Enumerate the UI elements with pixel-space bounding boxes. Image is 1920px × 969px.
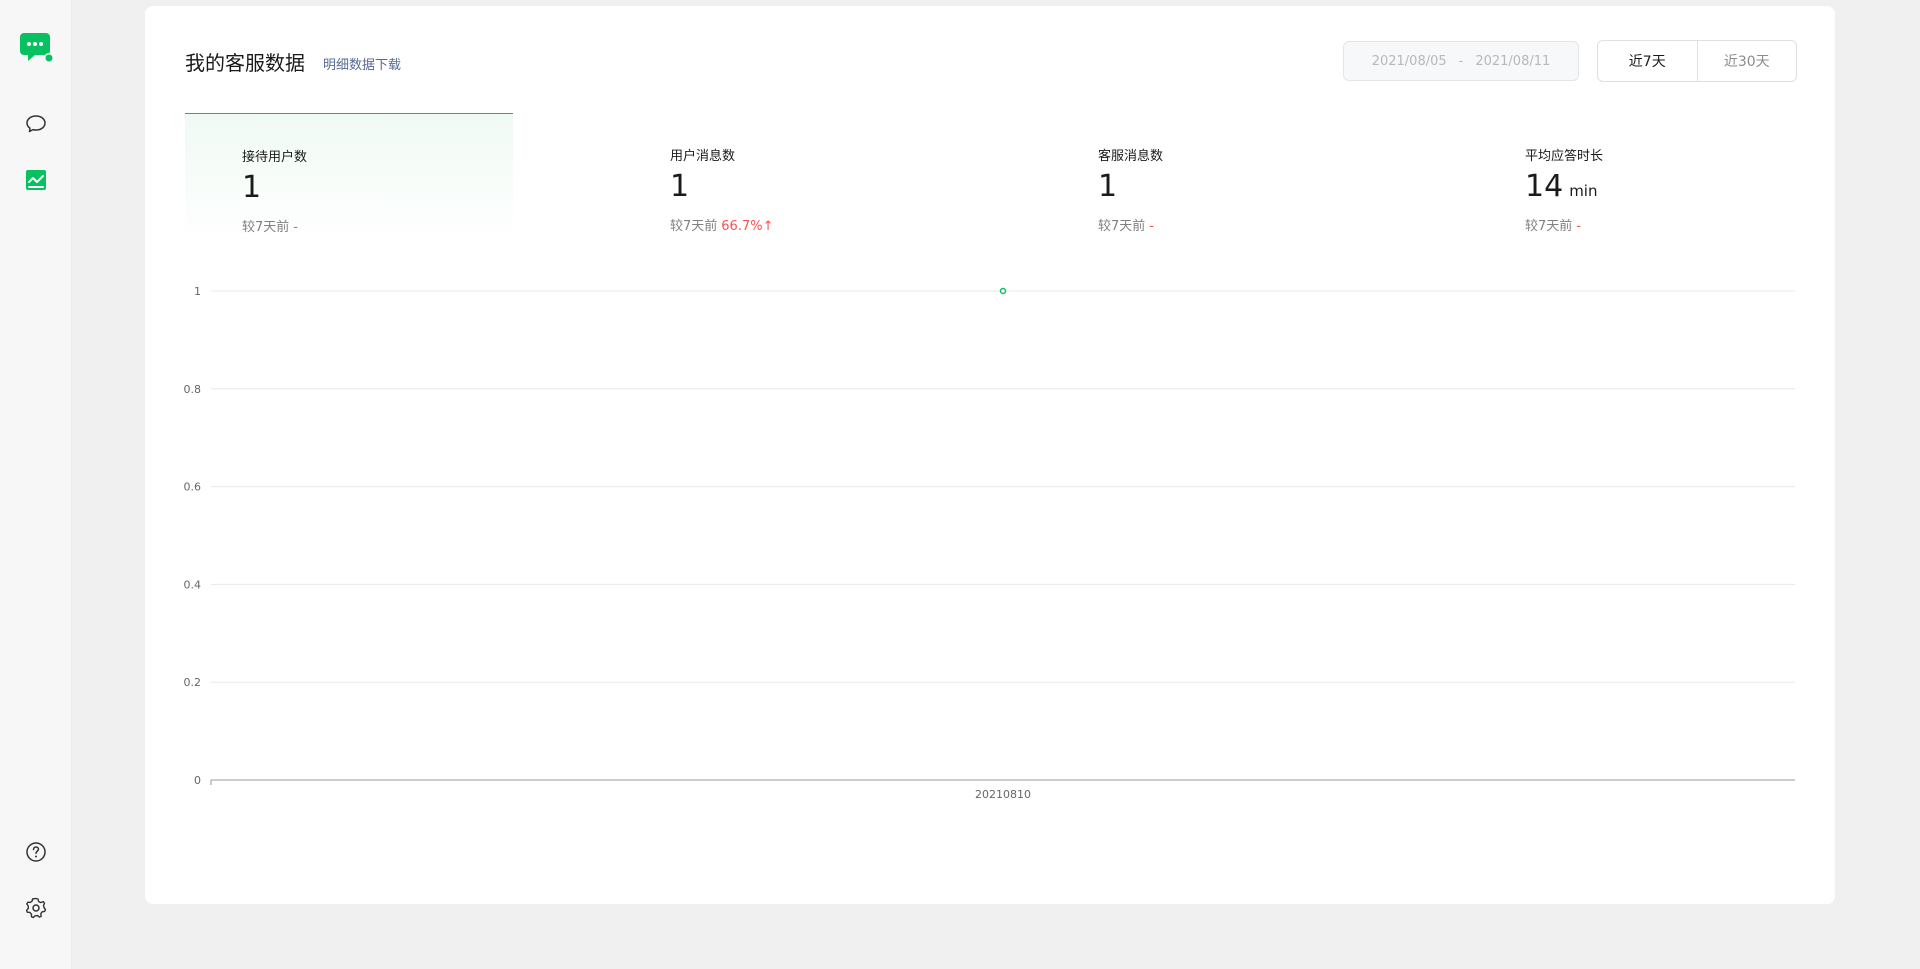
wechat-service-icon [20,33,54,63]
x-tick-label: 20210810 [975,788,1031,801]
sidebar-item-data[interactable] [0,160,72,200]
help-icon [26,842,46,862]
sidebar-item-messages[interactable] [0,104,72,144]
chart-icon [26,170,46,190]
y-tick-label: 0.2 [184,676,202,689]
customer-service-data-card: 我的客服数据 明细数据下载 2021/08/05 - 2021/08/11 近7… [145,6,1835,904]
gear-icon [25,897,47,919]
trend-line-chart: 1 0.8 0.6 0.4 0.2 0 20210810 [184,285,1795,801]
y-tick-label: 0.8 [184,383,202,396]
chat-bubble-icon [26,115,46,133]
y-tick-label: 0 [194,774,201,787]
app-logo[interactable] [0,26,72,70]
data-point [999,287,1007,295]
sidebar-item-help[interactable] [0,832,72,872]
y-tick-label: 1 [194,285,201,298]
y-tick-label: 0.6 [184,481,202,494]
y-tick-label: 0.4 [184,578,202,591]
sidebar [0,0,72,969]
sidebar-item-settings[interactable] [0,888,72,928]
